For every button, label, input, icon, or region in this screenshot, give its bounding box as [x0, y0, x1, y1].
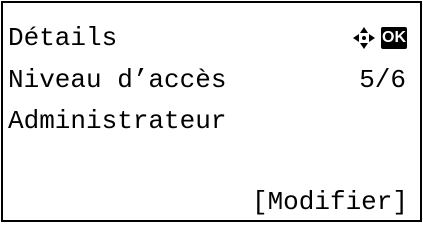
- screen-title: Détails: [8, 23, 118, 53]
- modify-softkey[interactable]: [Modifier]: [252, 187, 408, 217]
- setting-value: Administrateur: [8, 106, 227, 136]
- key-hints: OK: [353, 25, 407, 51]
- setting-label: Niveau d’accès: [8, 65, 227, 95]
- page-indicator: 5/6: [359, 65, 406, 95]
- four-way-arrows-icon: [353, 27, 375, 49]
- lcd-screen: Détails OK Niveau d’accès 5/6 Administra…: [1, 1, 422, 222]
- ok-key-icon: OK: [381, 27, 407, 49]
